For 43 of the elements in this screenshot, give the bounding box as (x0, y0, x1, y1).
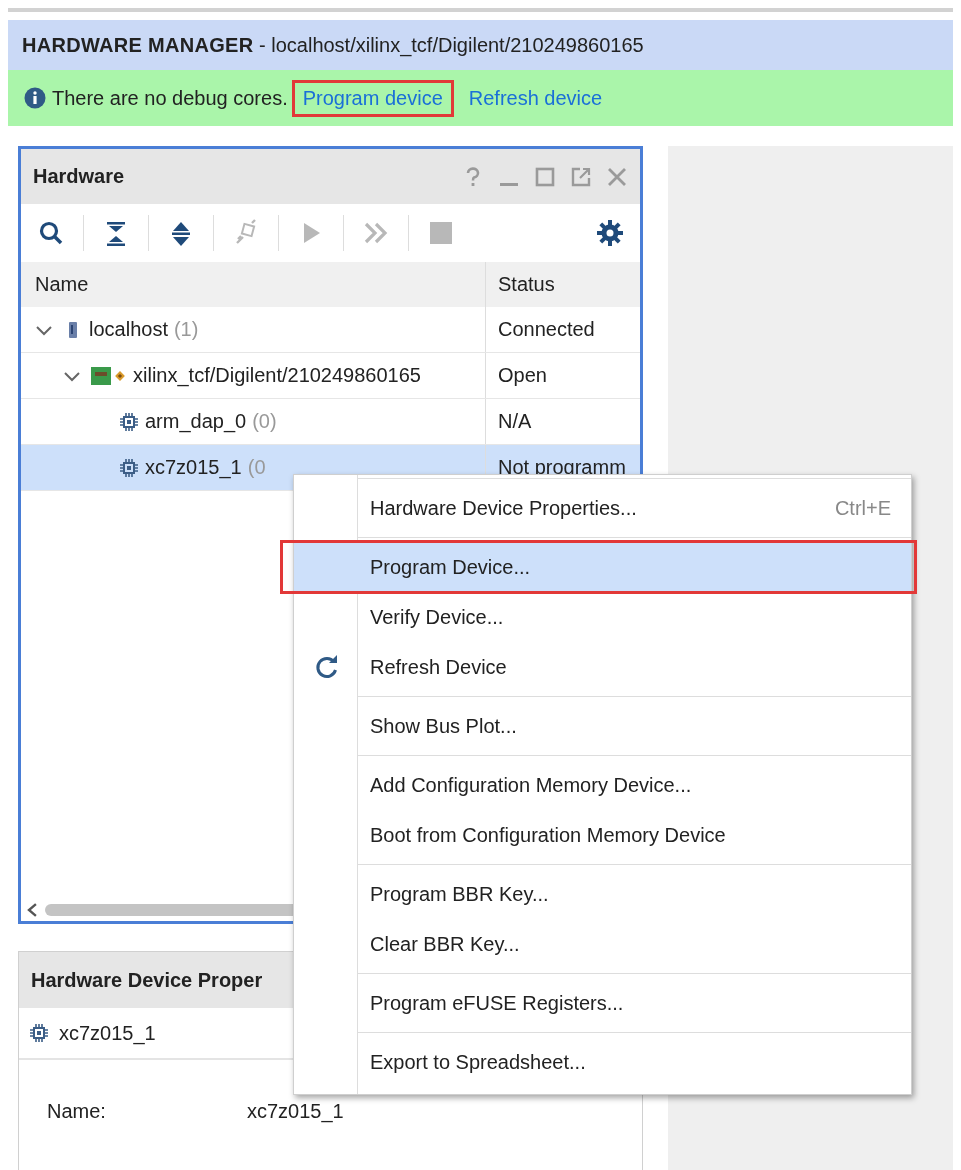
status-text: Connected (498, 318, 595, 341)
tree-row[interactable]: xilinx_tcf/Digilent/210249860165 Open (21, 353, 640, 399)
board-icon (91, 365, 111, 386)
chip-icon (29, 1023, 49, 1043)
menu-item[interactable]: Boot from Configuration Memory Device (294, 810, 911, 860)
status-text: Open (498, 364, 547, 387)
banner-link[interactable]: Refresh device (457, 79, 614, 117)
refresh-icon (314, 654, 340, 680)
tree-row[interactable]: localhost (1) Connected (21, 307, 640, 353)
device-name: xc7z015_1 (59, 1021, 156, 1045)
shortcut-text: Ctrl+E (834, 496, 891, 520)
node-name: xilinx_tcf/Digilent/210249860165 (133, 364, 421, 387)
menu-item[interactable]: Refresh Device (294, 642, 911, 692)
banner-message: There are no debug cores. (52, 86, 288, 110)
menu-item[interactable]: Show Bus Plot... (294, 701, 911, 751)
node-name: xc7z015_1 (145, 456, 242, 479)
chip-icon (119, 411, 139, 432)
menu-item[interactable]: Add Configuration Memory Device... (294, 760, 911, 810)
banner-link[interactable]: Program device (291, 79, 454, 117)
panel-title: Hardware (33, 165, 126, 188)
node-name: localhost (89, 318, 168, 341)
header-path: - localhost/xilinx_tcf/Digilent/210249860165 (258, 33, 644, 57)
info-icon (24, 87, 46, 109)
menu-item[interactable]: Clear BBR Key... (294, 919, 911, 969)
chip-icon (119, 457, 139, 478)
panel-title: Hardware Device Proper (31, 968, 264, 992)
menu-item[interactable]: Program eFUSE Registers... (294, 978, 911, 1028)
property-value: xc7z015_1 (247, 1100, 344, 1123)
status-text: N/A (498, 410, 532, 433)
search-icon[interactable] (37, 219, 65, 247)
column-header[interactable]: Name (21, 262, 486, 307)
node-name: arm_dap_0 (145, 410, 247, 433)
node-count: (0 (247, 456, 266, 479)
node-count: (1) (173, 318, 199, 341)
property-label: Name: (47, 1100, 107, 1123)
menu-item[interactable]: Export to Spreadsheet... (294, 1037, 911, 1087)
menu-item[interactable]: Verify Device... (294, 592, 911, 642)
header-title: HARDWARE MANAGER (22, 33, 254, 57)
column-header[interactable]: Status (486, 262, 640, 307)
menu-item[interactable]: Program BBR Key... (294, 869, 911, 919)
node-count: (0) (252, 410, 277, 433)
scroll-left-icon[interactable] (25, 902, 39, 918)
settings-icon[interactable] (596, 219, 624, 247)
